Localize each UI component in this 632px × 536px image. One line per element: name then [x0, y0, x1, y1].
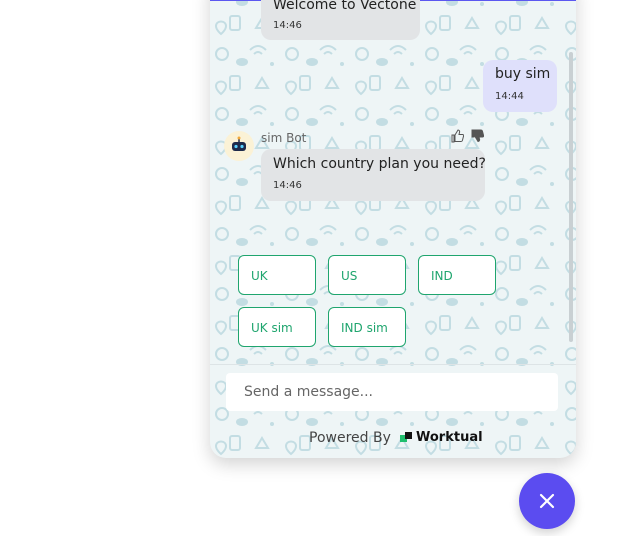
- messages-scrollbar[interactable]: [569, 52, 573, 342]
- thumbs-up-icon[interactable]: [450, 129, 464, 143]
- thumbs-down-icon[interactable]: [470, 129, 484, 143]
- composer-divider: [210, 364, 576, 365]
- worktual-logo-icon: [400, 432, 412, 442]
- powered-by-label: Powered By: [309, 430, 391, 446]
- quick-reply-uk-sim[interactable]: UK sim: [238, 307, 316, 347]
- quick-reply-us[interactable]: US: [328, 255, 406, 295]
- message-time: 14:44: [495, 91, 524, 102]
- message-text: Welcome to Vectone: [273, 0, 417, 13]
- chat-window: Welcome to Vectone 14:46 buy sim 14:44 s…: [210, 0, 576, 458]
- message-text: Which country plan you need?: [273, 156, 486, 172]
- bot-message-bubble: Which country plan you need? 14:46: [261, 149, 486, 201]
- message-input[interactable]: Send a message...: [226, 373, 558, 411]
- bot-message-bubble: Welcome to Vectone 14:46: [261, 0, 420, 40]
- bot-name: sim Bot: [261, 131, 307, 145]
- user-message-bubble: buy sim 14:44: [483, 60, 557, 112]
- message-text: buy sim: [495, 66, 551, 82]
- quick-reply-ind[interactable]: IND: [418, 255, 496, 295]
- quick-reply-ind-sim[interactable]: IND sim: [328, 307, 406, 347]
- close-chat-button[interactable]: [519, 473, 575, 529]
- close-icon: [539, 493, 555, 509]
- bot-avatar: [224, 131, 254, 161]
- robot-icon: [232, 136, 246, 151]
- quick-reply-uk[interactable]: UK: [238, 255, 316, 295]
- brand-name[interactable]: Worktual: [416, 430, 483, 445]
- message-time: 14:46: [273, 180, 302, 191]
- message-time: 14:46: [273, 20, 302, 31]
